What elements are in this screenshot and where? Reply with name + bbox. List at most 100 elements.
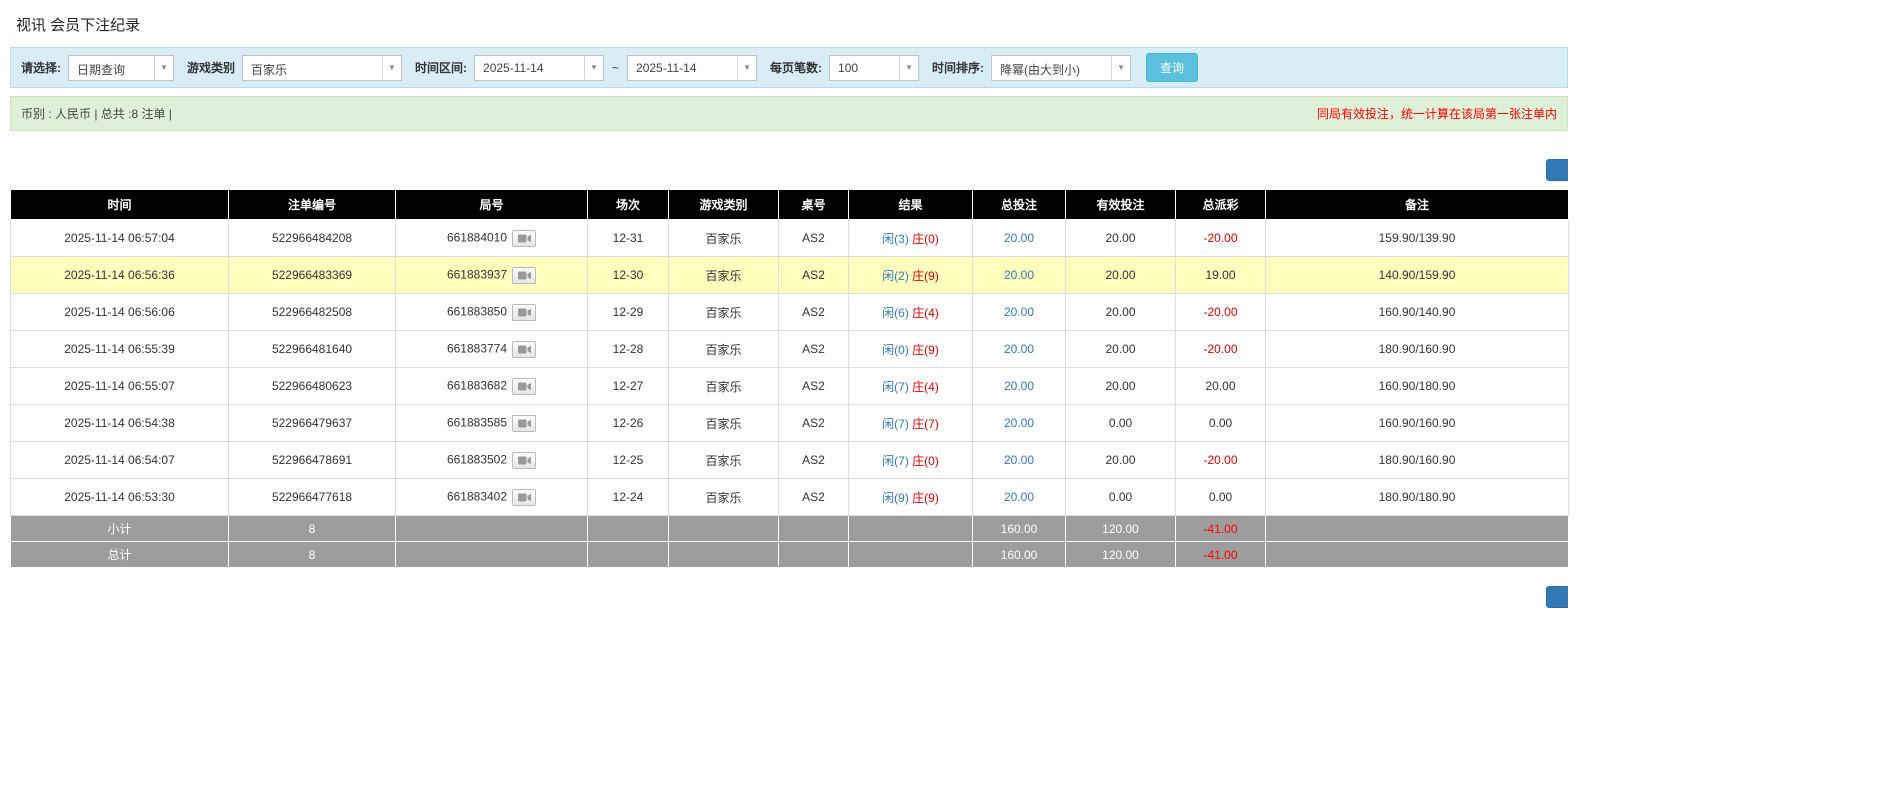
result-banker: 庄(9) — [912, 342, 939, 357]
result-banker: 庄(7) — [912, 416, 939, 431]
page-size-select[interactable]: 100 ▼ — [829, 54, 920, 81]
page-content: 视讯 会员下注纪录 请选择: 日期查询 ▼ 游戏类别 百家乐 ▼ 时间区间: 2… — [10, 0, 1569, 608]
select-type-label: 请选择: — [21, 61, 61, 75]
summary-payout: -41.00 — [1175, 515, 1266, 542]
total-bet-link[interactable]: 20.00 — [1004, 379, 1034, 393]
table-row: 2025-11-14 06:54:38 522966479637 661883585… — [10, 404, 1569, 442]
video-replay-button[interactable] — [512, 414, 537, 432]
video-replay-button[interactable] — [512, 377, 537, 395]
cell-game-type: 百家乐 — [668, 404, 779, 442]
game-type-label: 游戏类别 — [187, 61, 236, 75]
table-row: 2025-11-14 06:55:39 522966481640 661883774… — [10, 330, 1569, 368]
cell-result: 闲(0) 庄(9) — [848, 330, 973, 368]
video-replay-button[interactable] — [512, 303, 537, 321]
page-size-label: 每页笔数: — [770, 61, 823, 75]
search-button[interactable]: 查询 — [1146, 53, 1199, 82]
video-replay-button[interactable] — [512, 488, 537, 506]
payout-value: 0.00 — [1208, 490, 1233, 504]
video-replay-button[interactable] — [512, 266, 537, 284]
cell-result: 闲(7) 庄(4) — [848, 367, 973, 405]
cell-bet-number: 522966482508 — [228, 293, 396, 331]
game-type-value: 百家乐 — [251, 62, 288, 77]
cell-time: 2025-11-14 06:54:38 — [10, 404, 229, 442]
cell-table-number: AS2 — [778, 330, 849, 368]
date-to-select[interactable]: 2025-11-14 ▼ — [627, 54, 758, 81]
payout-value: -20.00 — [1203, 305, 1238, 319]
total-bet-link[interactable]: 20.00 — [1004, 490, 1034, 504]
total-bet-link[interactable]: 20.00 — [1004, 453, 1034, 467]
cell-total-bet: 20.00 — [972, 404, 1066, 442]
table-row: 2025-11-14 06:54:07 522966478691 661883502… — [10, 441, 1569, 479]
cell-note: 160.90/180.90 — [1265, 367, 1569, 405]
chevron-down-icon[interactable]: ▼ — [1111, 55, 1131, 80]
cell-note: 180.90/160.90 — [1265, 330, 1569, 368]
chevron-down-icon[interactable]: ▼ — [382, 55, 402, 80]
video-camera-icon — [517, 493, 531, 501]
corner-button-top[interactable] — [1546, 159, 1568, 181]
cell-valid-bet: 20.00 — [1065, 293, 1176, 331]
cell-table-number: AS2 — [778, 478, 849, 516]
cell-payout: -20.00 — [1175, 219, 1266, 257]
time-sort-value: 降幂(由大到小) — [1000, 62, 1081, 77]
table-toolbar-top — [10, 159, 1568, 181]
time-sort-label: 时间排序: — [932, 61, 985, 75]
betting-records-table: 时间 注单编号 局号 场次 游戏类别 桌号 结果 总投注 有效投注 总派彩 备注 2025-11-1… — [10, 189, 1569, 568]
cell-table-number: AS2 — [778, 367, 849, 405]
result-banker: 庄(0) — [912, 453, 939, 468]
total-bet-link[interactable]: 20.00 — [1004, 268, 1034, 282]
cell-bet-number: 522966477618 — [228, 478, 396, 516]
game-type-select[interactable]: 百家乐 ▼ — [242, 54, 403, 81]
chevron-down-icon[interactable]: ▼ — [737, 55, 757, 80]
corner-button-bottom[interactable] — [1546, 586, 1568, 608]
cell-table-number: AS2 — [778, 404, 849, 442]
column-header: 场次 — [587, 189, 669, 220]
cell-payout: -20.00 — [1175, 441, 1266, 479]
video-replay-button[interactable] — [512, 451, 537, 469]
payout-value: -20.00 — [1203, 231, 1238, 245]
cell-time: 2025-11-14 06:53:30 — [10, 478, 229, 516]
table-row: 2025-11-14 06:56:06 522966482508 661883850… — [10, 293, 1569, 331]
column-header: 总投注 — [972, 189, 1066, 220]
result-player: 闲(7) — [882, 416, 909, 431]
cell-bet-number: 522966481640 — [228, 330, 396, 368]
cell-time: 2025-11-14 06:56:06 — [10, 293, 229, 331]
cell-game-type: 百家乐 — [668, 441, 779, 479]
video-replay-button[interactable] — [512, 229, 537, 247]
column-header: 注单编号 — [228, 189, 396, 220]
cell-time: 2025-11-14 06:55:39 — [10, 330, 229, 368]
result-player: 闲(6) — [882, 305, 909, 320]
cell-result: 闲(2) 庄(9) — [848, 256, 973, 294]
video-camera-icon — [517, 345, 531, 353]
total-bet-link[interactable]: 20.00 — [1004, 342, 1034, 356]
video-replay-button[interactable] — [512, 340, 537, 358]
cell-round-number: 661883937 — [395, 256, 588, 294]
summary-total-bet: 160.00 — [972, 515, 1066, 542]
chevron-down-icon[interactable]: ▼ — [154, 55, 173, 80]
table-row: 2025-11-14 06:56:36 522966483369 661883937… — [10, 256, 1569, 294]
cell-session: 12-30 — [587, 256, 669, 294]
date-from-select[interactable]: 2025-11-14 ▼ — [474, 54, 605, 81]
date-from-value: 2025-11-14 — [483, 60, 544, 75]
video-camera-icon — [517, 234, 531, 242]
total-bet-link[interactable]: 20.00 — [1004, 231, 1034, 245]
cell-round-number: 661883850 — [395, 293, 588, 331]
chevron-down-icon[interactable]: ▼ — [584, 55, 604, 80]
result-banker: 庄(0) — [912, 231, 939, 246]
cell-table-number: AS2 — [778, 219, 849, 257]
cell-valid-bet: 20.00 — [1065, 256, 1176, 294]
chevron-down-icon[interactable]: ▼ — [899, 55, 919, 80]
cell-session: 12-27 — [587, 367, 669, 405]
payout-value: 20.00 — [1205, 379, 1236, 393]
query-type-select[interactable]: 日期查询 ▼ — [68, 54, 174, 81]
column-header: 结果 — [848, 189, 973, 220]
time-sort-select[interactable]: 降幂(由大到小) ▼ — [991, 54, 1132, 81]
cell-valid-bet: 20.00 — [1065, 330, 1176, 368]
cell-total-bet: 20.00 — [972, 441, 1066, 479]
cell-table-number: AS2 — [778, 293, 849, 331]
total-bet-link[interactable]: 20.00 — [1004, 416, 1034, 430]
cell-note: 160.90/160.90 — [1265, 404, 1569, 442]
cell-session: 12-29 — [587, 293, 669, 331]
payout-value: 0.00 — [1208, 416, 1233, 430]
total-bet-link[interactable]: 20.00 — [1004, 305, 1034, 319]
cell-note: 159.90/139.90 — [1265, 219, 1569, 257]
